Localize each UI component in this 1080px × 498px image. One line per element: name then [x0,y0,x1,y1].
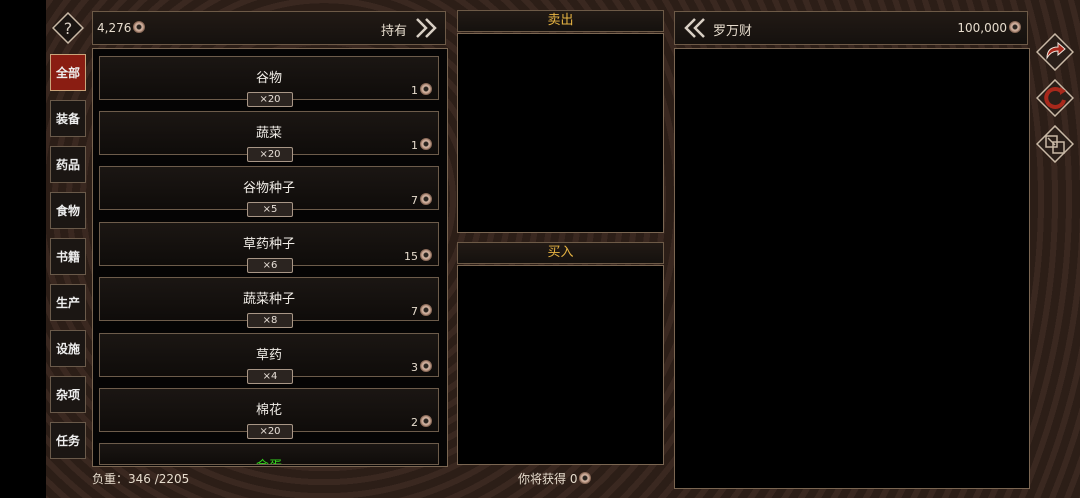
item-price: 2 [411,415,432,429]
category-tabs: 全部 装备 药品 食物 书籍 生产 设施 杂项 任务 [50,54,88,468]
tab-equipment[interactable]: 装备 [50,100,86,137]
left-black-bar [0,0,46,498]
merchant-name: 罗万财 [713,24,753,39]
tab-production[interactable]: 生产 [50,284,86,321]
item-price: 1 [411,83,432,97]
item-quantity: ×6 [247,258,293,273]
coin-icon [1009,21,1021,33]
sell-header: 卖出 [457,10,664,32]
list-item[interactable]: 蔬菜种子 ×8 7 [99,277,439,328]
gain-label: 你将获得 [518,472,567,486]
double-chevron-left-icon[interactable] [681,16,707,40]
item-price: 1 [411,138,432,152]
coin-icon [133,21,146,33]
merchant-money: 100,000 [957,21,1021,35]
list-item[interactable]: 谷物种子 ×5 7 [99,166,439,217]
hold-label: 持有 [380,24,407,39]
coin-icon [420,360,432,372]
item-price: 15 [404,249,432,263]
item-quantity: ×20 [247,147,293,162]
item-price: 7 [411,304,432,318]
list-item[interactable]: 棉花 ×20 2 [99,388,439,439]
tab-quests[interactable]: 任务 [50,422,86,459]
item-name: 金蛋 [100,455,438,464]
list-item[interactable]: 草药种子 ×6 15 [99,222,439,273]
item-name: 棉花 [255,403,282,418]
buy-title: 买入 [547,245,574,260]
list-item[interactable]: 蔬菜 ×20 1 [99,111,439,162]
item-quantity: ×4 [247,369,293,384]
question-icon[interactable]: ? [52,12,84,44]
item-name: 蔬菜种子 [242,292,295,307]
player-money: 4,276 [97,21,146,35]
tab-food[interactable]: 食物 [50,192,86,229]
tab-medicine[interactable]: 药品 [50,146,86,183]
tab-books[interactable]: 书籍 [50,238,86,275]
coin-icon [420,193,432,205]
item-quantity: ×8 [247,313,293,328]
item-quantity: ×20 [247,92,293,107]
double-chevron-right-icon[interactable] [414,16,440,40]
list-item[interactable]: 草药 ×4 3 [99,333,439,384]
list-item[interactable]: 金蛋 [99,443,439,465]
item-name: 草药 [255,348,282,363]
list-item[interactable]: 谷物 ×20 1 [99,56,439,107]
coin-icon [420,415,432,427]
gain-display: 你将获得 0 [518,470,592,487]
sell-panel[interactable] [457,33,664,233]
coin-icon [420,249,432,261]
item-price: 3 [411,360,432,374]
player-header: 4,276 持有 [92,11,446,45]
item-quantity: ×5 [247,202,293,217]
sell-title: 卖出 [547,13,574,28]
gain-value: 0 [569,472,578,486]
player-money-value: 4,276 [97,21,132,35]
buy-header: 买入 [457,242,664,264]
weight-label: 负重： [92,472,129,486]
tab-all[interactable]: 全部 [50,54,86,91]
merchant-money-value: 100,000 [957,21,1007,35]
item-name: 谷物 [255,71,282,86]
item-name: 蔬菜 [255,126,282,141]
weight-value: 346 /2205 [128,472,190,486]
coin-icon [420,83,432,95]
merchant-inventory-panel[interactable] [674,48,1030,489]
item-quantity: ×20 [247,424,293,439]
buy-panel[interactable] [457,265,664,465]
redo-arrow-icon[interactable] [1036,33,1074,71]
merchant-header: 罗万财 100,000 [674,11,1028,45]
swap-window-icon[interactable] [1036,125,1074,163]
item-name: 草药种子 [242,237,295,252]
svg-text:?: ? [64,19,73,38]
weight-display: 负重：346 /2205 [92,470,189,487]
coin-icon [579,472,592,484]
item-name: 谷物种子 [242,181,295,196]
item-price: 7 [411,193,432,207]
coin-icon [420,304,432,316]
coin-icon [420,138,432,150]
tab-misc[interactable]: 杂项 [50,376,86,413]
tab-facilities[interactable]: 设施 [50,330,86,367]
refresh-icon[interactable] [1036,79,1074,117]
